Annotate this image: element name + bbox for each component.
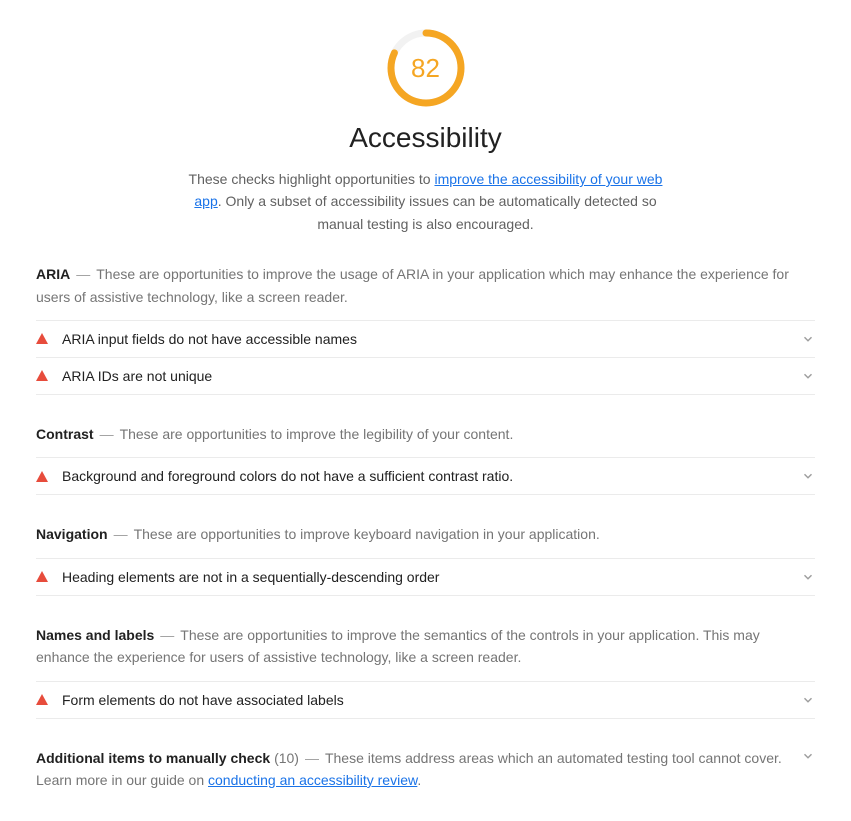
chevron-down-icon [801,332,815,346]
dash: — [305,750,319,766]
chevron-down-icon [801,469,815,483]
audit-title: Heading elements are not in a sequential… [62,569,793,585]
section-count: (10) [274,750,299,766]
fail-icon [36,694,48,705]
audit-item[interactable]: ARIA input fields do not have accessible… [36,320,815,357]
chevron-down-icon [801,749,815,763]
section-name: Navigation [36,526,108,542]
audit-title: Form elements do not have associated lab… [62,692,793,708]
section-header-names-labels: Names and labels—These are opportunities… [36,624,815,669]
fail-icon [36,370,48,381]
subtitle-text-post: . Only a subset of accessibility issues … [218,193,657,231]
page-subtitle: These checks highlight opportunities to … [176,168,676,235]
page-title: Accessibility [36,122,815,154]
audit-item[interactable]: Form elements do not have associated lab… [36,681,815,719]
section-header-contrast: Contrast — These are opportunities to impr… [36,423,815,445]
score-value: 82 [386,28,466,108]
section-desc-post: . [417,772,421,788]
dash: — [100,426,114,442]
accessibility-review-link[interactable]: conducting an accessibility review [208,772,417,788]
section-name: Additional items to manually check [36,750,270,766]
section-desc: These are opportunities to improve keybo… [134,526,600,542]
fail-icon [36,571,48,582]
section-name: Names and labels [36,627,154,643]
audit-title: ARIA input fields do not have accessible… [62,331,793,347]
dash: — [76,266,90,282]
audit-title: ARIA IDs are not unique [62,368,793,384]
dash: — [114,526,128,542]
section-name: ARIA [36,266,70,282]
audit-item[interactable]: Heading elements are not in a sequential… [36,558,815,596]
fail-icon [36,471,48,482]
section-desc: These are opportunities to improve the l… [120,426,514,442]
chevron-down-icon [801,693,815,707]
chevron-down-icon [801,570,815,584]
audit-title: Background and foreground colors do not … [62,468,793,484]
audit-item[interactable]: ARIA IDs are not unique [36,357,815,395]
section-header-aria: ARIA —These are opportunities to improve … [36,263,815,308]
chevron-down-icon [801,369,815,383]
section-desc: These are opportunities to improve the u… [36,266,789,304]
section-name: Contrast [36,426,94,442]
section-header-navigation: Navigation — These are opportunities to im… [36,523,815,545]
score-gauge: 82 [386,28,466,108]
subtitle-text-pre: These checks highlight opportunities to [189,171,435,187]
fail-icon [36,333,48,344]
audit-item[interactable]: Background and foreground colors do not … [36,457,815,495]
section-header-manual[interactable]: Additional items to manually check (10) —… [36,747,815,792]
dash: — [160,627,174,643]
